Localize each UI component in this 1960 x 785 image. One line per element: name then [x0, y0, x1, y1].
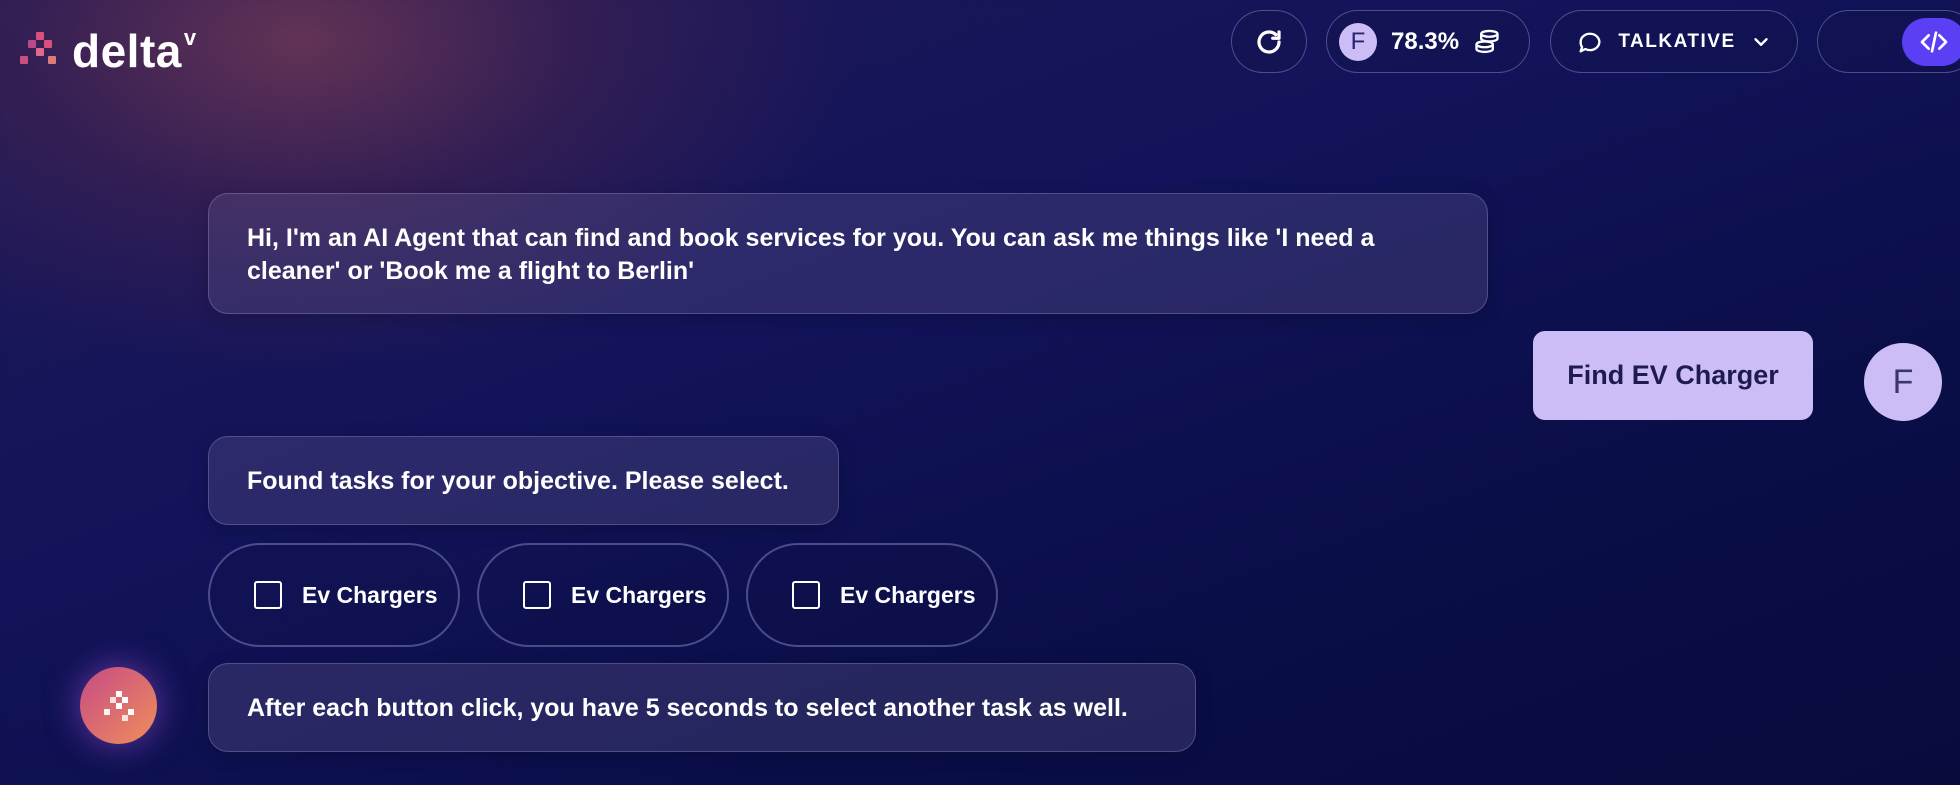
task-checkbox[interactable]: [792, 581, 820, 609]
task-checkbox[interactable]: [254, 581, 282, 609]
chat-bubble-icon: [1579, 32, 1601, 52]
assistant-launcher-button[interactable]: [80, 667, 157, 744]
coins-icon: [1475, 29, 1499, 53]
code-button[interactable]: [1902, 17, 1960, 66]
task-label: Ev Chargers: [840, 581, 976, 608]
task-option-ev-chargers-3[interactable]: Ev Chargers: [746, 543, 998, 647]
task-label: Ev Chargers: [302, 581, 438, 608]
task-option-ev-chargers-1[interactable]: Ev Chargers: [208, 543, 460, 647]
logo-mark-icon: [18, 28, 62, 72]
refresh-button[interactable]: [1231, 10, 1307, 73]
agent-intro-message: Hi, I'm an AI Agent that can find and bo…: [208, 193, 1488, 314]
code-icon: [1920, 30, 1948, 53]
task-checkbox[interactable]: [523, 581, 551, 609]
agent-timer-note-message: After each button click, you have 5 seco…: [208, 663, 1196, 752]
assistant-logo-icon: [101, 690, 137, 721]
credits-value: 78.3%: [1391, 27, 1460, 55]
user-avatar: F: [1864, 343, 1942, 421]
credits-pill[interactable]: F 78.3%: [1326, 10, 1530, 73]
mode-selector[interactable]: TALKATIVE: [1550, 10, 1798, 73]
task-option-ev-chargers-2[interactable]: Ev Chargers: [477, 543, 729, 647]
task-label: Ev Chargers: [571, 581, 707, 608]
user-message: Find EV Charger: [1533, 331, 1813, 420]
agent-found-tasks-message: Found tasks for your objective. Please s…: [208, 436, 839, 525]
chevron-down-icon: [1753, 37, 1768, 46]
mode-label: TALKATIVE: [1618, 30, 1736, 52]
developer-toggle[interactable]: [1817, 10, 1960, 73]
app-logo: deltav: [18, 22, 197, 78]
logo-text: deltav: [72, 24, 197, 77]
credits-avatar: F: [1339, 22, 1377, 61]
refresh-icon: [1257, 29, 1281, 54]
